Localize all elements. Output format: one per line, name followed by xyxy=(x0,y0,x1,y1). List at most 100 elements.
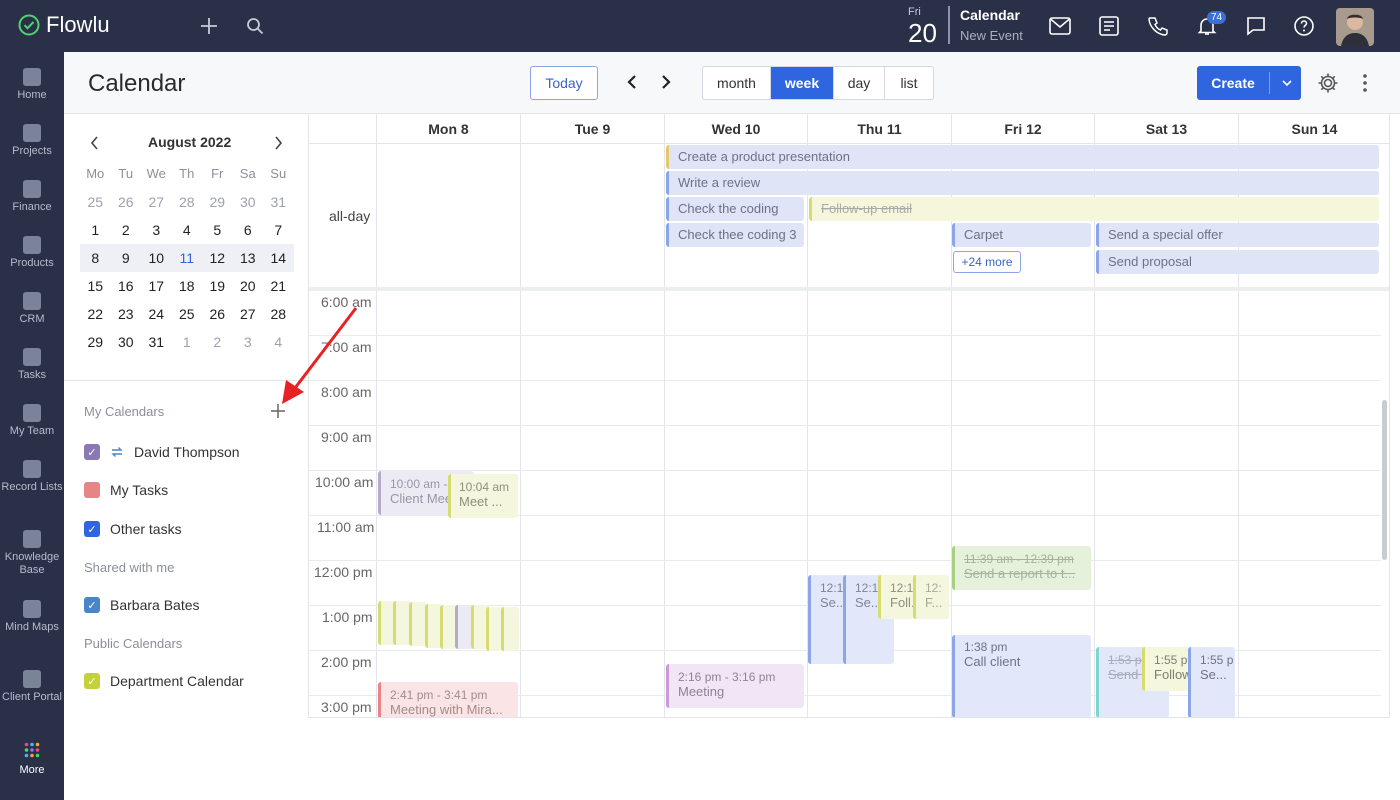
mini-day[interactable]: 13 xyxy=(233,244,264,272)
allday-event[interactable]: Send proposal xyxy=(1096,250,1379,274)
help-icon[interactable] xyxy=(1292,14,1316,38)
mail-icon[interactable] xyxy=(1048,14,1072,38)
gear-icon[interactable] xyxy=(1316,71,1340,95)
calendar-item-department[interactable]: ✓ Department Calendar xyxy=(84,671,244,691)
mini-day[interactable]: 3 xyxy=(233,328,264,356)
day-header-sat[interactable]: Sat 13 xyxy=(1094,114,1238,144)
mini-day[interactable]: 25 xyxy=(172,300,203,328)
add-icon[interactable] xyxy=(197,14,221,38)
today-button[interactable]: Today xyxy=(530,66,598,100)
allday-event[interactable]: Check thee coding 3 xyxy=(666,223,804,247)
search-icon[interactable] xyxy=(243,14,267,38)
mini-day-today[interactable]: 11 xyxy=(172,244,203,272)
mini-day[interactable]: 7 xyxy=(263,216,294,244)
calendar-item-david-thompson[interactable]: ✓ David Thompson xyxy=(84,442,240,462)
sidebar-item-my-team[interactable]: My Team xyxy=(0,404,64,438)
day-header-thu[interactable]: Thu 11 xyxy=(807,114,951,144)
mini-day[interactable]: 29 xyxy=(202,188,233,216)
allday-event-done[interactable]: Follow-up email xyxy=(809,197,1379,221)
mini-day[interactable]: 27 xyxy=(141,188,172,216)
timed-event[interactable]: 1:55 pm Follow... xyxy=(1142,647,1192,691)
mini-day[interactable]: 29 xyxy=(80,328,111,356)
timed-event[interactable]: 2:16 pm - 3:16 pm Meeting xyxy=(666,664,804,708)
calendar-item-barbara-bates[interactable]: ✓ Barbara Bates xyxy=(84,595,200,615)
more-vertical-icon[interactable] xyxy=(1353,71,1377,95)
next-week-icon[interactable] xyxy=(658,74,674,90)
mini-prev-icon[interactable] xyxy=(90,136,99,155)
sidebar-item-finance[interactable]: Finance xyxy=(0,180,64,214)
checkbox-checked-icon[interactable]: ✓ xyxy=(84,597,100,613)
mini-day[interactable]: 6 xyxy=(233,216,264,244)
view-day-tab[interactable]: day xyxy=(834,67,885,99)
widget-subtitle[interactable]: New Event xyxy=(960,28,1023,43)
mini-day[interactable]: 26 xyxy=(111,188,142,216)
widget-title[interactable]: Calendar xyxy=(960,7,1020,23)
checkbox-checked-icon[interactable]: ✓ xyxy=(84,673,100,689)
timed-event-done[interactable]: 11:39 am - 12:39 pm Send a report to t..… xyxy=(952,546,1091,590)
mini-day[interactable]: 31 xyxy=(263,188,294,216)
prev-week-icon[interactable] xyxy=(624,74,640,90)
day-header-fri[interactable]: Fri 12 xyxy=(951,114,1094,144)
view-list-tab[interactable]: list xyxy=(885,67,933,99)
checkbox-checked-icon[interactable]: ✓ xyxy=(84,444,100,460)
mini-day[interactable]: 1 xyxy=(80,216,111,244)
mini-day[interactable]: 31 xyxy=(141,328,172,356)
view-month-tab[interactable]: month xyxy=(703,67,771,99)
timed-event-stub[interactable] xyxy=(501,607,519,651)
mini-day[interactable]: 5 xyxy=(202,216,233,244)
mini-day[interactable]: 27 xyxy=(233,300,264,328)
mini-day[interactable]: 26 xyxy=(202,300,233,328)
timed-event[interactable]: 12: F... xyxy=(913,575,949,619)
mini-day[interactable]: 1 xyxy=(172,328,203,356)
mini-next-icon[interactable] xyxy=(274,136,283,155)
allday-event[interactable]: Check the coding xyxy=(666,197,804,221)
mini-day[interactable]: 22 xyxy=(80,300,111,328)
mini-day[interactable]: 19 xyxy=(202,272,233,300)
checkbox-unchecked-icon[interactable] xyxy=(84,482,100,498)
sidebar-item-home[interactable]: Home xyxy=(0,68,64,102)
user-avatar[interactable] xyxy=(1336,8,1374,46)
allday-event[interactable]: Send a special offer xyxy=(1096,223,1379,247)
mini-day[interactable]: 30 xyxy=(233,188,264,216)
day-header-sun[interactable]: Sun 14 xyxy=(1238,114,1389,144)
view-week-tab[interactable]: week xyxy=(771,67,834,99)
mini-day[interactable]: 18 xyxy=(172,272,203,300)
mini-day[interactable]: 10 xyxy=(141,244,172,272)
mini-day[interactable]: 24 xyxy=(141,300,172,328)
checkbox-checked-icon[interactable]: ✓ xyxy=(84,521,100,537)
mini-day[interactable]: 4 xyxy=(172,216,203,244)
mini-day[interactable]: 12 xyxy=(202,244,233,272)
mini-day[interactable]: 8 xyxy=(80,244,111,272)
allday-event[interactable]: Write a review xyxy=(666,171,1379,195)
logo[interactable]: Flowlu xyxy=(18,12,110,38)
timed-event[interactable]: 1:55 p Se... xyxy=(1188,647,1235,717)
sidebar-item-products[interactable]: Products xyxy=(0,236,64,270)
sidebar-item-client-portal[interactable]: Client Portal xyxy=(0,670,64,704)
mini-day[interactable]: 17 xyxy=(141,272,172,300)
chat-icon[interactable] xyxy=(1244,14,1268,38)
sidebar-item-more[interactable]: More xyxy=(0,742,64,777)
mini-day[interactable]: 16 xyxy=(111,272,142,300)
mini-day[interactable]: 23 xyxy=(111,300,142,328)
chevron-down-icon[interactable] xyxy=(1273,66,1301,100)
timed-event[interactable]: 10:04 am Meet ... xyxy=(448,474,518,518)
mini-day[interactable]: 9 xyxy=(111,244,142,272)
timed-event[interactable]: 2:41 pm - 3:41 pm Meeting with Mira... xyxy=(378,682,518,717)
mini-day[interactable]: 14 xyxy=(263,244,294,272)
sidebar-item-projects[interactable]: Projects xyxy=(0,124,64,158)
mini-day[interactable]: 20 xyxy=(233,272,264,300)
sidebar-item-tasks[interactable]: Tasks xyxy=(0,348,64,382)
sidebar-item-record-lists[interactable]: Record Lists xyxy=(0,460,64,494)
allday-event[interactable]: Carpet xyxy=(952,223,1091,247)
mini-day[interactable]: 30 xyxy=(111,328,142,356)
calendar-item-my-tasks[interactable]: My Tasks xyxy=(84,480,168,500)
mini-day[interactable]: 2 xyxy=(111,216,142,244)
timed-event[interactable]: 1:38 pm Call client xyxy=(952,635,1091,717)
day-header-tue[interactable]: Tue 9 xyxy=(520,114,664,144)
sidebar-item-knowledge-base[interactable]: Knowledge Base xyxy=(0,530,64,577)
date-widget[interactable]: Fri 20 xyxy=(904,4,950,48)
mini-day[interactable]: 15 xyxy=(80,272,111,300)
mini-day[interactable]: 25 xyxy=(80,188,111,216)
calendar-item-other-tasks[interactable]: ✓ Other tasks xyxy=(84,519,182,539)
mini-day[interactable]: 3 xyxy=(141,216,172,244)
